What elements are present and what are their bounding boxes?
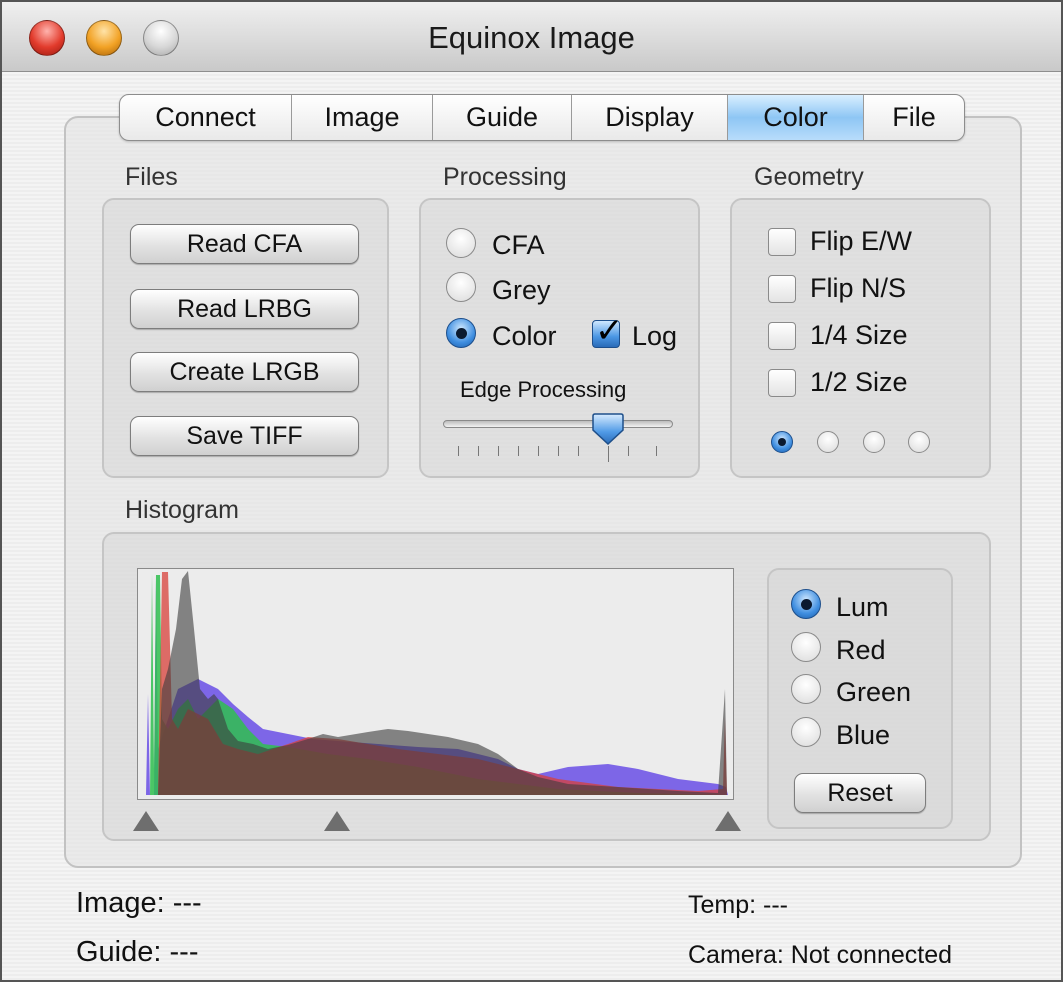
tab-display[interactable]: Display [572,95,728,140]
log-checkbox[interactable] [592,311,624,351]
processing-color-label: Color [492,321,557,351]
histogram-midpoint-marker[interactable] [324,811,350,831]
half-size-checkbox[interactable] [768,369,796,397]
window-title: Equinox Image [428,20,635,55]
read-lrbg-button[interactable]: Read LRBG [130,289,359,329]
processing-grey-radio[interactable] [446,272,476,302]
channel-green-label: Green [836,677,912,707]
edge-processing-label: Edge Processing [460,377,627,402]
guide-status: Guide: --- [76,936,199,968]
channel-blue-radio[interactable] [791,717,821,747]
save-tiff-button[interactable]: Save TIFF [130,416,359,456]
geometry-option-radio-1[interactable] [771,431,793,453]
histogram-group-label: Histogram [125,496,239,524]
histogram-black-point-marker[interactable] [133,811,159,831]
tab-file[interactable]: File [864,95,964,140]
histogram-lum-channel [158,571,727,795]
quarter-size-checkbox[interactable] [768,322,796,350]
processing-grey-label: Grey [492,275,551,305]
edge-processing-ticks [458,446,658,462]
app-window: Equinox Image Connect Image Guide Displa… [0,0,1063,982]
tab-bar: Connect Image Guide Display Color File [119,94,965,141]
histogram-plot [137,568,734,800]
processing-cfa-radio[interactable] [446,228,476,258]
image-status: Image: --- [76,887,202,919]
channel-red-radio[interactable] [791,632,821,662]
channel-blue-label: Blue [836,720,891,750]
tab-color[interactable]: Color [728,95,864,140]
histogram-reset-button[interactable]: Reset [794,773,926,813]
channel-green-radio[interactable] [791,674,821,704]
processing-cfa-label: CFA [492,230,545,260]
files-group-label: Files [125,163,178,191]
create-lrgb-button[interactable]: Create LRGB [130,352,359,392]
geometry-group-label: Geometry [754,163,864,191]
channel-lum-radio[interactable] [791,589,821,619]
flip-ew-label: Flip E/W [810,226,913,256]
geometry-option-radio-4[interactable] [908,431,930,453]
histogram-white-point-marker[interactable] [715,811,741,831]
tab-guide[interactable]: Guide [433,95,572,140]
geometry-option-radio-2[interactable] [817,431,839,453]
log-checkbox-label: Log [632,321,678,351]
tab-image[interactable]: Image [292,95,433,140]
temp-status: Temp: --- [688,891,788,919]
geometry-option-radio-3[interactable] [863,431,885,453]
channel-lum-label: Lum [836,592,889,622]
half-size-label: 1/2 Size [810,367,908,397]
flip-ew-checkbox[interactable] [768,228,796,256]
edge-processing-slider-thumb[interactable] [592,412,624,446]
quarter-size-label: 1/4 Size [810,320,908,350]
read-cfa-button[interactable]: Read CFA [130,224,359,264]
flip-ns-checkbox[interactable] [768,275,796,303]
camera-status: Camera: Not connected [688,941,953,969]
processing-group-label: Processing [443,163,567,191]
tab-connect[interactable]: Connect [120,95,292,140]
title-bar[interactable]: Equinox Image [2,2,1061,72]
channel-red-label: Red [836,635,886,665]
processing-color-radio[interactable] [446,318,476,348]
edge-processing-slider[interactable] [443,420,673,428]
histogram-graph [146,571,728,795]
flip-ns-label: Flip N/S [810,273,907,303]
